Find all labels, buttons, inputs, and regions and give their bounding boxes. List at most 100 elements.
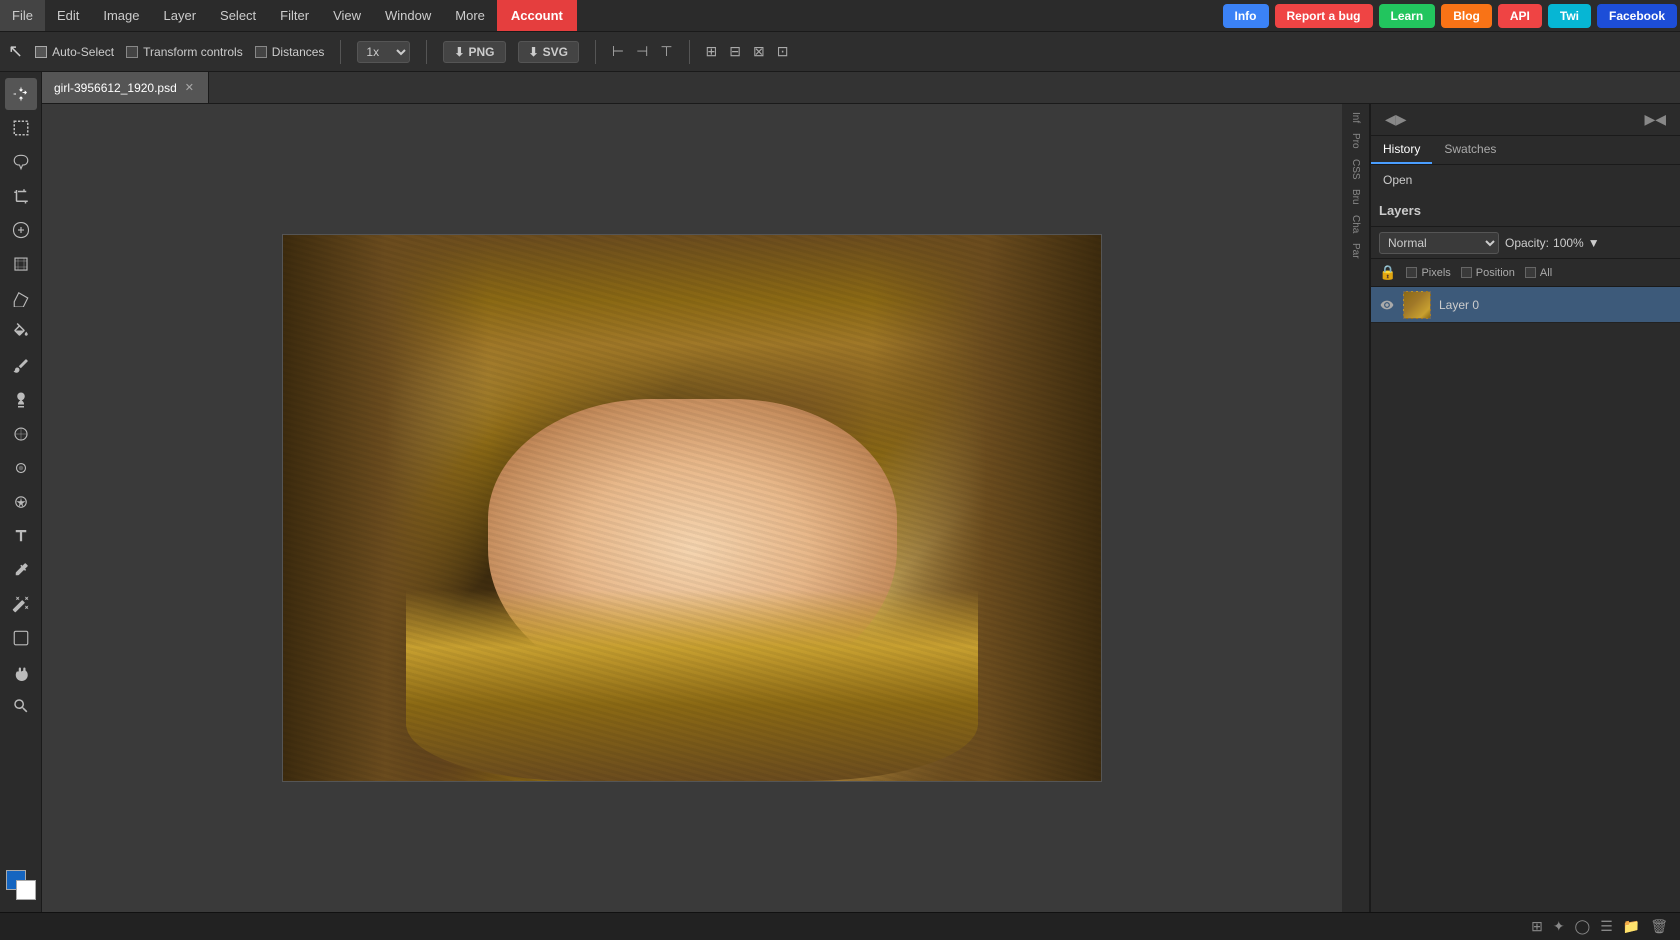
learn-button[interactable]: Learn <box>1379 4 1436 28</box>
align-center-icon[interactable]: ⊣ <box>636 43 648 60</box>
distances-label: Distances <box>272 45 325 59</box>
tab-close-button[interactable]: ✕ <box>183 80 196 95</box>
heal-tool[interactable] <box>5 214 37 246</box>
canvas-and-panels: Inf Pro CSS Bru Cha Par ◀▶ ▶◀ History Sw… <box>42 104 1680 912</box>
panel-collapse-right-icon[interactable]: ▶◀ <box>1638 111 1672 128</box>
blend-mode-select[interactable]: Normal Multiply Screen Overlay <box>1379 232 1499 254</box>
twi-button[interactable]: Twi <box>1548 4 1591 28</box>
bottom-link-icon[interactable]: ⊞ <box>1531 918 1543 935</box>
position-label: Position <box>1476 267 1515 279</box>
mini-label-cha[interactable]: Cha <box>1348 211 1363 237</box>
distribute-icon4[interactable]: ⊡ <box>777 43 789 60</box>
distribute-icon3[interactable]: ⊠ <box>753 43 765 60</box>
menu-edit[interactable]: Edit <box>45 0 91 31</box>
mini-label-par[interactable]: Par <box>1348 239 1363 263</box>
photo-background <box>283 235 1101 781</box>
lasso-tool[interactable] <box>5 146 37 178</box>
bottom-bar: ⊞ ✦ ◯ ☰ 📁 🗑 <box>0 912 1680 940</box>
right-panel-top-icons: ◀▶ ▶◀ <box>1371 104 1680 136</box>
background-color[interactable] <box>16 880 36 900</box>
tab-history[interactable]: History <box>1371 136 1432 164</box>
zoom-select[interactable]: 1x 2x 0.5x <box>357 41 410 63</box>
zoom-tool[interactable] <box>5 690 37 722</box>
distribute-icon1[interactable]: ⊞ <box>706 43 718 60</box>
crop-tool[interactable] <box>5 180 37 212</box>
options-bar: ↖ Auto-Select Transform controls Distanc… <box>0 32 1680 72</box>
bottom-arrange-icon[interactable]: ☰ <box>1600 918 1613 935</box>
bottom-effect-icon[interactable]: ✦ <box>1553 918 1565 935</box>
layer-name: Layer 0 <box>1439 298 1479 312</box>
menu-filter[interactable]: Filter <box>268 0 321 31</box>
panel-collapse-left-icon[interactable]: ◀▶ <box>1379 111 1413 128</box>
lock-icon[interactable]: 🔒 <box>1379 264 1396 281</box>
pixels-checkbox-item[interactable]: Pixels <box>1406 267 1450 279</box>
api-button[interactable]: API <box>1498 4 1542 28</box>
bottom-circle-icon[interactable]: ◯ <box>1575 918 1591 935</box>
fill-tool[interactable] <box>5 316 37 348</box>
tab-swatches[interactable]: Swatches <box>1432 136 1508 164</box>
distribute-icon2[interactable]: ⊟ <box>729 43 741 60</box>
marquee-tool[interactable] <box>5 112 37 144</box>
transform-controls-checkbox[interactable] <box>126 46 138 58</box>
layer-item-0[interactable]: Layer 0 <box>1371 287 1680 323</box>
menu-layer[interactable]: Layer <box>152 0 209 31</box>
pixels-checkbox[interactable] <box>1406 267 1417 278</box>
mini-label-bru[interactable]: Bru <box>1348 185 1363 209</box>
shape-tool[interactable] <box>5 622 37 654</box>
eraser-tool[interactable] <box>5 282 37 314</box>
color-swatch-container[interactable] <box>6 870 36 900</box>
wand-tool[interactable] <box>5 588 37 620</box>
stamp-tool[interactable] <box>5 384 37 416</box>
export-png-button[interactable]: ⬇ PNG <box>443 41 505 63</box>
layers-header: Layers <box>1371 195 1680 227</box>
position-checkbox-item[interactable]: Position <box>1461 267 1515 279</box>
mini-label-inf[interactable]: Inf <box>1348 108 1363 127</box>
align-left-icon[interactable]: ⊢ <box>612 43 624 60</box>
menu-image[interactable]: Image <box>91 0 151 31</box>
tab-girl-psd[interactable]: girl-3956612_1920.psd ✕ <box>42 72 209 103</box>
align-right-icon[interactable]: ⊤ <box>660 43 672 60</box>
account-button[interactable]: Account <box>497 0 577 31</box>
position-checkbox[interactable] <box>1461 267 1472 278</box>
hand-tool[interactable] <box>5 656 37 688</box>
bottom-trash-icon[interactable]: 🗑 <box>1650 918 1668 935</box>
opacity-dropdown-icon[interactable]: ▼ <box>1588 236 1600 250</box>
dodge-tool[interactable] <box>5 418 37 450</box>
layer-visibility-icon[interactable] <box>1379 297 1395 313</box>
info-button[interactable]: Info <box>1223 4 1269 28</box>
bottom-folder-icon[interactable]: 📁 <box>1623 918 1640 935</box>
history-item-open[interactable]: Open <box>1383 173 1668 187</box>
all-checkbox-item[interactable]: All <box>1525 267 1552 279</box>
report-bug-button[interactable]: Report a bug <box>1275 4 1373 28</box>
fur-texture <box>283 235 1101 781</box>
text-tool[interactable] <box>5 520 37 552</box>
distances-checkbox[interactable] <box>255 46 267 58</box>
opacity-control: Opacity: 100% ▼ <box>1505 236 1600 250</box>
distances-option[interactable]: Distances <box>255 45 325 59</box>
right-panel: ◀▶ ▶◀ History Swatches Open Layers <box>1370 104 1680 912</box>
all-checkbox[interactable] <box>1525 267 1536 278</box>
menu-view[interactable]: View <box>321 0 373 31</box>
mini-label-css[interactable]: CSS <box>1348 155 1363 184</box>
facebook-button[interactable]: Facebook <box>1597 4 1677 28</box>
opacity-value[interactable]: 100% <box>1553 236 1584 250</box>
blur-tool[interactable] <box>5 452 37 484</box>
canvas-container[interactable] <box>42 104 1342 912</box>
export-svg-button[interactable]: ⬇ SVG <box>518 41 579 63</box>
auto-select-option[interactable]: Auto-Select <box>35 45 114 59</box>
auto-select-checkbox[interactable] <box>35 46 47 58</box>
layers-panel: Layers Normal Multiply Screen Overlay Op… <box>1371 195 1680 912</box>
brush-tool[interactable] <box>5 350 37 382</box>
menu-more[interactable]: More <box>443 0 497 31</box>
transform-tool[interactable] <box>5 248 37 280</box>
menu-file[interactable]: File <box>0 0 45 31</box>
history-swatches-tabs: History Swatches <box>1371 136 1680 165</box>
move-tool[interactable] <box>5 78 37 110</box>
menu-window[interactable]: Window <box>373 0 443 31</box>
transform-controls-option[interactable]: Transform controls <box>126 45 243 59</box>
menu-select[interactable]: Select <box>208 0 268 31</box>
sharpen-tool[interactable] <box>5 486 37 518</box>
eyedropper-tool[interactable] <box>5 554 37 586</box>
blog-button[interactable]: Blog <box>1441 4 1492 28</box>
mini-label-pro[interactable]: Pro <box>1348 129 1363 153</box>
